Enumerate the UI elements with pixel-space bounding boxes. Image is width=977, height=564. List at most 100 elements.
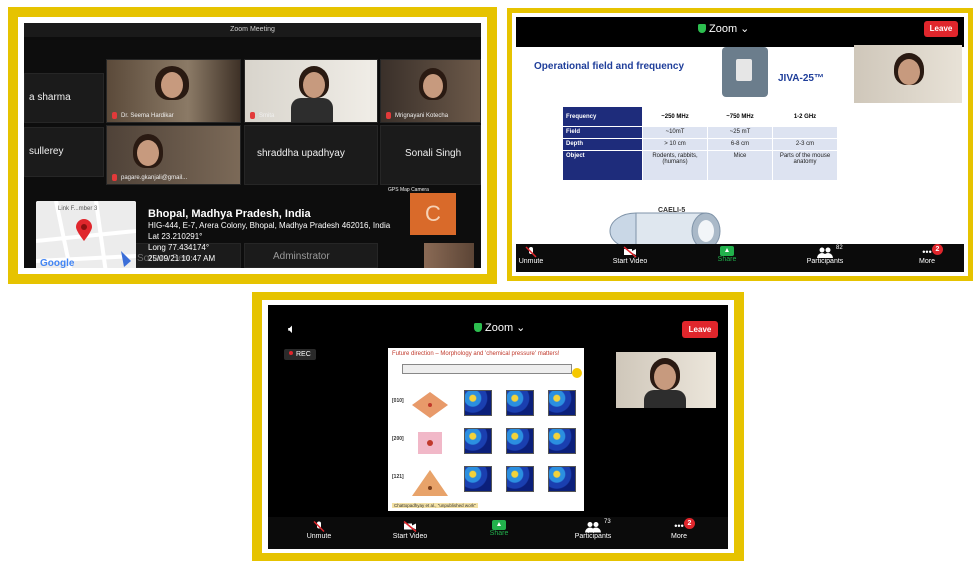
participant-name: sullerey xyxy=(29,146,64,157)
muted-mic-icon xyxy=(525,246,537,258)
participant-tile[interactable]: Sonali Singh xyxy=(380,125,481,185)
table-cell: > 10 cm xyxy=(642,138,708,151)
leave-button[interactable]: Leave xyxy=(924,21,958,37)
video-off-icon xyxy=(623,246,637,258)
map-thumbnail: Link F...mber 3 Google xyxy=(36,201,136,268)
participants-icon xyxy=(817,247,833,258)
slide-strip-image xyxy=(402,364,572,374)
table-cell: Field xyxy=(562,126,643,139)
participant-name: Mrignayani Kotecha xyxy=(395,113,449,119)
muted-mic-icon xyxy=(112,112,117,119)
participant-face xyxy=(303,72,325,98)
self-video-view[interactable] xyxy=(616,352,716,408)
zoom-title[interactable]: Zoom ⌄ xyxy=(474,321,525,334)
participant-tile[interactable]: shraddha upadhyay xyxy=(244,125,378,185)
participant-face xyxy=(137,140,159,166)
heatmap-panel xyxy=(464,466,492,492)
heatmap-panel xyxy=(506,466,534,492)
presentation-screenshot-frame-2: 🔈︎ Zoom ⌄ Leave REC Future direction – M… xyxy=(252,292,744,561)
participant-face xyxy=(161,72,183,98)
participant-name: shraddha upadhyay xyxy=(257,148,345,159)
leave-button[interactable]: Leave xyxy=(682,321,718,338)
lattice-diagram xyxy=(412,392,448,418)
meeting-toolbar: Unmute Start Video Share Participants 82… xyxy=(516,244,964,272)
participants-button[interactable]: Participants 73 xyxy=(568,519,618,540)
window-title: Zoom Meeting xyxy=(24,23,481,37)
share-screen-icon xyxy=(720,246,734,256)
mri-machine-illustration xyxy=(609,212,721,250)
presentation-screenshot-frame: Zoom ⌄ Leave Operational field and frequ… xyxy=(507,8,973,281)
participant-name: pagare.gkanjali@gmail... xyxy=(121,175,188,181)
muted-mic-icon xyxy=(250,112,255,119)
gps-longitude: Long 77.434174° xyxy=(148,243,210,252)
table-header-cell: 1-2 GHz xyxy=(772,106,838,127)
participants-count: 82 xyxy=(836,245,843,251)
slide-footnote: Chattopadhyay et al., "unpublished work" xyxy=(392,503,478,508)
unmute-button[interactable]: Unmute xyxy=(302,520,336,540)
gps-latitude: Lat 23.210291° xyxy=(148,232,203,241)
zoom-title[interactable]: Zoom ⌄ xyxy=(698,22,749,35)
emoji-icon xyxy=(572,368,582,378)
row-label: [121] xyxy=(392,474,404,480)
table-cell: Parts of the mouse anatomy xyxy=(772,150,838,181)
participants-button[interactable]: Participants 82 xyxy=(800,245,850,265)
table-header-cell: ~250 MHz xyxy=(642,106,708,127)
heatmap-panel xyxy=(506,428,534,454)
participant-tile[interactable]: sullerey xyxy=(24,127,104,177)
security-shield-icon xyxy=(474,323,482,332)
more-button[interactable]: ••• More 2 xyxy=(664,518,695,540)
muted-mic-icon xyxy=(386,112,391,119)
participant-tile[interactable]: Mrignayani Kotecha xyxy=(380,59,481,123)
participant-face xyxy=(898,59,920,85)
video-off-icon xyxy=(403,520,417,533)
table-header-cell: ~750 MHz xyxy=(707,106,773,127)
gps-location-text: Bhopal, Madhya Pradesh, India HIG-444, E… xyxy=(148,209,390,264)
notification-badge: 2 xyxy=(932,244,943,255)
google-logo: Google xyxy=(40,258,75,268)
unmute-button[interactable]: Unmute xyxy=(516,246,546,265)
heatmap-panel xyxy=(548,428,576,454)
participant-name: Dr. Seema Hardikar xyxy=(121,113,174,119)
self-video-view[interactable] xyxy=(854,45,962,103)
map-pin-icon xyxy=(76,219,92,241)
participant-tile[interactable]: Dr. Seema Hardikar xyxy=(106,59,241,123)
participant-name: Smita xyxy=(259,113,275,119)
table-header-row: Frequency ~250 MHz ~750 MHz 1-2 GHz xyxy=(562,106,838,127)
toolbar-overlay-icon xyxy=(722,47,768,97)
more-button[interactable]: ••• More 2 xyxy=(912,244,943,265)
zoom-presentation-view-2: 🔈︎ Zoom ⌄ Leave REC Future direction – M… xyxy=(268,305,728,549)
gps-city: Bhopal, Madhya Pradesh, India xyxy=(148,208,311,220)
row-label: [010] xyxy=(392,398,404,404)
share-button[interactable]: Share xyxy=(484,520,514,537)
participant-name: Sonali Singh xyxy=(405,148,462,159)
table-cell: Depth xyxy=(562,138,643,151)
table-header-cell: Frequency xyxy=(562,106,643,127)
participant-tile[interactable]: pagare.gkanjali@gmail... xyxy=(106,125,241,185)
start-video-button[interactable]: Start Video xyxy=(604,246,656,265)
recording-indicator: REC xyxy=(284,349,316,360)
security-shield-icon xyxy=(698,24,706,33)
participant-tile[interactable]: a sharma xyxy=(24,73,104,123)
table-row: Field ~10mT ~25 mT xyxy=(562,126,838,139)
table-cell: 2-3 cm xyxy=(772,138,838,151)
gallery-screenshot-frame: Zoom Meeting a sharma Dr. Seema Hardikar… xyxy=(8,7,497,284)
start-video-button[interactable]: Start Video xyxy=(384,520,436,540)
table-cell xyxy=(772,126,838,139)
participants-icon xyxy=(585,522,601,533)
participant-face xyxy=(423,74,443,98)
table-cell: Object xyxy=(562,150,643,181)
slide-title-product: JIVA-25™ xyxy=(778,73,824,84)
share-button[interactable]: Share xyxy=(712,246,742,263)
table-cell: ~25 mT xyxy=(707,126,773,139)
speaker-icon[interactable]: 🔈︎ xyxy=(288,321,296,337)
meeting-toolbar: Unmute Start Video Share Participants 73… xyxy=(268,517,728,549)
video-feed xyxy=(424,243,474,268)
gps-address: HIG-444, E-7, Arera Colony, Bhopal, Madh… xyxy=(148,221,391,230)
lattice-diagram xyxy=(412,470,448,496)
participant-avatar[interactable]: C xyxy=(410,193,456,235)
slide-title: Future direction – Morphology and 'chemi… xyxy=(392,351,560,357)
table-cell: 6-8 cm xyxy=(707,138,773,151)
heatmap-panel xyxy=(464,428,492,454)
heatmap-panel xyxy=(506,390,534,416)
participant-tile[interactable]: Smita xyxy=(244,59,378,123)
